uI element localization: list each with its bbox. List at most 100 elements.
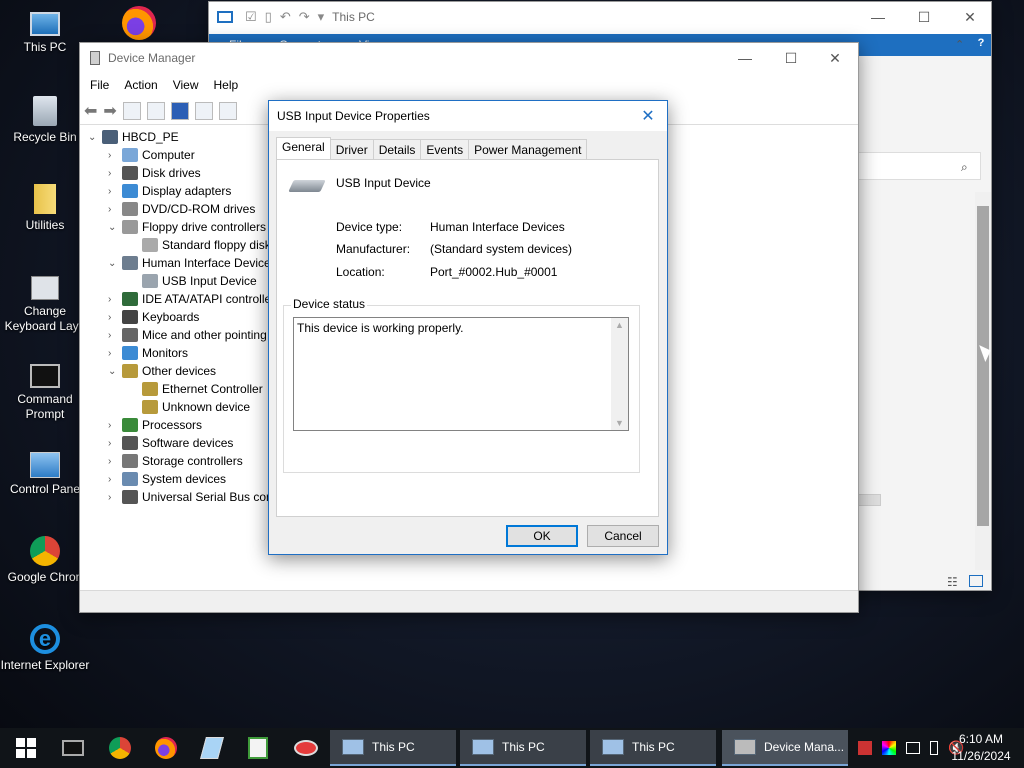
help-icon[interactable]: ?: [973, 35, 989, 51]
taskbar-item-this-pc-1[interactable]: This PC: [330, 730, 456, 766]
tree-item[interactable]: › IDE ATA/ATAPI controlle: [108, 290, 271, 308]
chevron-right-icon[interactable]: ›: [108, 420, 122, 431]
tree-item[interactable]: ⌄ Human Interface Device: [108, 254, 271, 272]
dialog-titlebar[interactable]: USB Input Device Properties ✕: [269, 101, 667, 131]
minimize-button[interactable]: —: [855, 2, 901, 32]
usb-input-device-properties-dialog[interactable]: USB Input Device Properties ✕ General Dr…: [268, 100, 668, 555]
notepad-icon[interactable]: [198, 734, 226, 762]
chevron-down-icon[interactable]: ⌄: [108, 258, 122, 269]
chevron-right-icon[interactable]: ›: [108, 438, 122, 449]
display-icon[interactable]: [906, 742, 920, 754]
chevron-right-icon[interactable]: ›: [108, 294, 122, 305]
color-picker-icon[interactable]: [882, 741, 896, 755]
desktop-icon-keyboard-layout[interactable]: Change Keyboard Layo: [0, 272, 90, 334]
vertical-scrollbar[interactable]: [975, 192, 991, 570]
tree-item[interactable]: › Universal Serial Bus cont: [108, 488, 276, 506]
minimize-button[interactable]: —: [722, 43, 768, 73]
desktop-icon-google-chrome[interactable]: Google Chron: [0, 536, 90, 585]
explorer-titlebar[interactable]: ☑ ▯ ↶ ↷ ▾ This PC — ☐ ✕: [209, 2, 991, 32]
chevron-right-icon[interactable]: ›: [108, 330, 122, 341]
menu-help[interactable]: Help: [214, 78, 239, 92]
new-folder-icon[interactable]: ▯: [265, 9, 272, 25]
console-tree-icon[interactable]: [194, 101, 213, 120]
large-icons-view-icon[interactable]: [969, 575, 983, 587]
device-manager-titlebar[interactable]: Device Manager — ☐ ✕: [80, 43, 858, 73]
disk-tool-icon[interactable]: [292, 734, 320, 762]
quick-access-toolbar[interactable]: ☑ ▯ ↶ ↷ ▾: [245, 9, 324, 25]
cancel-button[interactable]: Cancel: [587, 525, 659, 547]
tab-general[interactable]: General: [276, 137, 331, 159]
tree-item[interactable]: Unknown device: [128, 398, 250, 416]
taskbar-clock[interactable]: 6:10 AM 11/26/2024: [948, 731, 1014, 765]
show-hide-tree-icon[interactable]: [122, 101, 141, 120]
ribbon-collapse-icon[interactable]: ⌃: [955, 38, 964, 51]
chevron-down-icon[interactable]: ⌄: [108, 366, 122, 377]
spreadsheet-icon[interactable]: [244, 734, 272, 762]
firefox-icon[interactable]: [152, 734, 180, 762]
desktop-icon-this-pc[interactable]: This PC: [0, 8, 90, 55]
tree-item[interactable]: ⌄ Other devices: [108, 362, 216, 380]
redo-icon[interactable]: ↷: [299, 9, 310, 25]
scroll-down-icon[interactable]: ▼: [615, 418, 624, 428]
ok-button[interactable]: OK: [506, 525, 578, 547]
desktop-icon-control-panel[interactable]: Control Pane: [0, 448, 90, 497]
tree-item[interactable]: › Mice and other pointing: [108, 326, 267, 344]
tab-events[interactable]: Events: [420, 139, 470, 159]
chevron-right-icon[interactable]: ›: [108, 168, 122, 179]
taskbar-item-this-pc-2[interactable]: This PC: [460, 730, 586, 766]
help-icon[interactable]: [170, 101, 189, 120]
tree-item[interactable]: › Computer: [108, 146, 195, 164]
details-view-icon[interactable]: ☷: [947, 575, 958, 589]
windows-start-icon[interactable]: [12, 734, 40, 762]
desktop-icon-command-prompt[interactable]: Command Prompt: [0, 360, 90, 422]
undo-icon[interactable]: ↶: [280, 9, 291, 25]
device-status-textbox[interactable]: This device is working properly. ▲ ▼: [293, 317, 629, 431]
tree-item[interactable]: › Software devices: [108, 434, 233, 452]
menu-view[interactable]: View: [173, 78, 199, 92]
tree-item[interactable]: › Monitors: [108, 344, 188, 362]
close-button[interactable]: ✕: [629, 101, 667, 131]
maximize-button[interactable]: ☐: [768, 43, 814, 73]
tree-item[interactable]: › Storage controllers: [108, 452, 243, 470]
menu-file[interactable]: File: [90, 78, 109, 92]
chevron-right-icon[interactable]: ›: [108, 474, 122, 485]
chevron-down-icon[interactable]: ⌄: [108, 222, 122, 233]
scrollbar-thumb[interactable]: [977, 206, 989, 526]
chevron-right-icon[interactable]: ›: [108, 456, 122, 467]
desktop-icon-recycle-bin[interactable]: Recycle Bin: [0, 96, 90, 145]
chevron-right-icon[interactable]: ›: [108, 150, 122, 161]
status-scrollbar[interactable]: ▲ ▼: [611, 318, 628, 430]
back-arrow-icon[interactable]: ⬅: [84, 101, 97, 121]
properties-icon[interactable]: ☑: [245, 9, 257, 25]
tab-details[interactable]: Details: [372, 139, 422, 159]
chevron-right-icon[interactable]: ›: [108, 204, 122, 215]
tree-item[interactable]: › Disk drives: [108, 164, 201, 182]
usb-drive-icon[interactable]: [930, 741, 938, 755]
tree-item[interactable]: › Processors: [108, 416, 202, 434]
chevron-down-icon[interactable]: ▾: [318, 9, 325, 25]
properties-icon[interactable]: [146, 101, 165, 120]
scroll-up-icon[interactable]: ▲: [615, 320, 624, 330]
chevron-right-icon[interactable]: ›: [108, 492, 122, 503]
chevron-down-icon[interactable]: ⌄: [88, 132, 102, 143]
close-button[interactable]: ✕: [812, 43, 858, 73]
chrome-icon[interactable]: [106, 734, 134, 762]
tree-item[interactable]: › DVD/CD-ROM drives: [108, 200, 255, 218]
menu-action[interactable]: Action: [124, 78, 157, 92]
tree-item[interactable]: ⌄ Floppy drive controllers: [108, 218, 266, 236]
maximize-button[interactable]: ☐: [901, 2, 947, 32]
desktop-icon-internet-explorer[interactable]: e Internet Explorer: [0, 624, 90, 673]
tab-power-management[interactable]: Power Management: [468, 139, 588, 159]
tree-item[interactable]: › Keyboards: [108, 308, 199, 326]
chevron-right-icon[interactable]: ›: [108, 186, 122, 197]
tree-item[interactable]: Ethernet Controller: [128, 380, 263, 398]
firefox-icon[interactable]: [122, 6, 156, 40]
tab-driver[interactable]: Driver: [329, 139, 374, 159]
tree-item[interactable]: Standard floppy disk: [128, 236, 271, 254]
taskbar-item-this-pc-3[interactable]: This PC: [590, 730, 716, 766]
tree-item[interactable]: › Display adapters: [108, 182, 231, 200]
chevron-right-icon[interactable]: ›: [108, 312, 122, 323]
keyboard-layout-icon[interactable]: [858, 741, 872, 755]
terminal-icon[interactable]: [59, 734, 87, 762]
close-button[interactable]: ✕: [947, 2, 993, 32]
